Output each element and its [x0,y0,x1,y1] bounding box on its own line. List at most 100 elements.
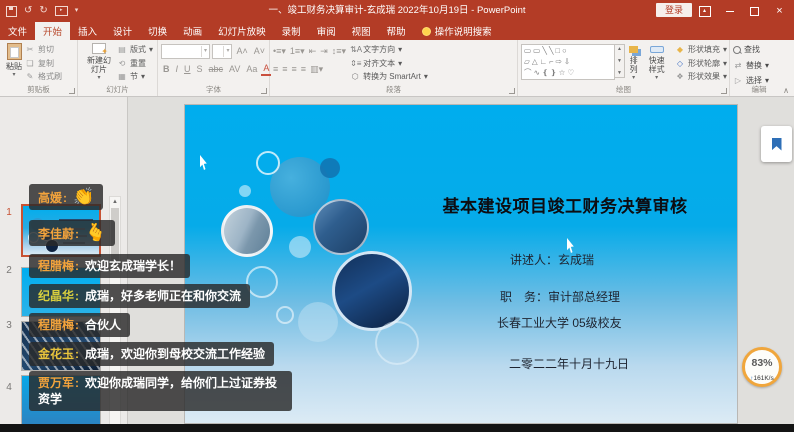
cut-button[interactable]: ✂剪切 [25,44,62,55]
tab-review[interactable]: 审阅 [309,22,344,40]
group-label-font: 字体 [158,84,269,95]
tab-insert[interactable]: 插入 [70,22,105,40]
ribbon-display-options-icon[interactable]: ▴ [692,0,717,22]
strikethrough-button[interactable]: abc [207,62,226,76]
font-size-combobox[interactable]: ▾ [212,44,232,59]
text-direction-button[interactable]: ⇅A文字方向▾ [350,44,428,55]
increase-font-icon[interactable]: A˄ [234,44,249,58]
decrease-indent-icon[interactable]: ⇤ [309,46,317,57]
new-slide-button[interactable]: 新建幻灯片 ▾ [81,42,117,84]
slide-date-line[interactable]: 二零二二年十月十九日 [509,355,629,372]
align-right-icon[interactable]: ≡ [292,64,297,74]
slide-number-1: 1 [3,207,15,218]
decrease-font-icon[interactable]: A˅ [252,44,267,58]
change-case-button[interactable]: Aa [244,62,259,76]
tab-slideshow[interactable]: 幻灯片放映 [210,22,274,40]
italic-button[interactable]: I [174,62,181,76]
layout-button[interactable]: ▤版式▾ [117,44,153,55]
chat-message: 贾万军欢迎你成瑞同学，给你们上过证券投资学 [29,371,292,411]
bottom-edge [0,424,794,432]
shape-fill-button[interactable]: ◆形状填充▾ [675,44,727,55]
scroll-up-icon[interactable]: ▲ [110,199,120,205]
dialog-launcher-icon[interactable] [261,88,267,94]
minimize-icon[interactable] [717,0,742,22]
login-button[interactable]: 登录 [656,3,692,17]
dialog-launcher-icon[interactable] [69,88,75,94]
chat-message: 李佳蔚🫰 [29,220,115,246]
text-direction-icon: ⇅A [350,44,360,55]
decorative-circle [256,151,280,175]
align-center-icon[interactable]: ≡ [282,64,287,74]
section-button[interactable]: ▦节▾ [117,71,153,82]
tab-file[interactable]: 文件 [0,22,35,40]
shape-outline-icon: ◇ [675,58,685,69]
ribbon-group-editing: 查找 ⇄替换▾ ▷选择▾ 编辑 [730,40,788,96]
restore-icon[interactable] [742,0,767,22]
clap-emoji: 👏 [73,187,94,206]
font-name-combobox[interactable]: ▾ [161,44,210,59]
arrange-button[interactable]: 排列▾ [625,42,642,84]
chat-message: 纪晶华成瑞，好多老师正在和你交流 [29,284,250,308]
shapes-gallery-scroll[interactable]: ▲▼▼ [615,44,625,78]
shapes-gallery[interactable]: ▭ ▭ ╲ ╲ □ ○▱ △ ∟ ⌐ ⇨ ⇩⌒ ∿ ❴ ❵ ☆ ♡ [521,44,615,80]
shape-fill-icon: ◆ [675,44,685,55]
tab-record[interactable]: 录制 [274,22,309,40]
tab-design[interactable]: 设计 [105,22,140,40]
quick-styles-button[interactable]: 快速样式▾ [642,42,671,84]
dialog-launcher-icon[interactable] [721,88,727,94]
dialog-launcher-icon[interactable] [509,88,515,94]
layout-icon: ▤ [117,44,127,55]
close-icon[interactable]: × [767,0,792,22]
shape-effects-icon: ❖ [675,71,685,82]
group-label-paragraph: 段落 [270,84,517,95]
section-icon: ▦ [117,71,127,82]
bold-button[interactable]: B [161,62,172,76]
shape-effects-button[interactable]: ❖形状效果▾ [675,71,727,82]
powerpoint-window: ↺ ↻ ▸ ▾ 一、竣工财务决算审计-玄成瑞 2022年10月19日 - Pow… [0,0,794,432]
tab-help[interactable]: 帮助 [379,22,414,40]
redo-icon[interactable]: ↻ [39,3,47,19]
paste-button[interactable]: 粘贴 ▾ [3,42,25,84]
tab-view[interactable]: 视图 [344,22,379,40]
chat-message: 金花玉成瑞，欢迎你到母校交流工作经验 [29,342,274,366]
slide-number-4: 4 [3,382,15,393]
justify-icon[interactable]: ≡ [301,64,306,74]
network-status-widget[interactable]: 83% ↑161K/s [742,347,782,387]
shape-outline-button[interactable]: ◇形状轮廓▾ [675,58,727,69]
slideshow-icon[interactable]: ▸ [55,6,68,16]
undo-icon[interactable]: ↺ [24,3,32,19]
tab-transitions[interactable]: 切换 [140,22,175,40]
align-text-button[interactable]: ⇕≡对齐文本▾ [350,58,428,69]
slide-alumni-line[interactable]: 长春工业大学 05级校友 [497,314,622,331]
align-left-icon[interactable]: ≡ [273,64,278,74]
chat-message: 程腊梅合伙人 [29,313,130,337]
save-icon[interactable] [6,6,17,17]
increase-indent-icon[interactable]: ⇥ [320,46,328,57]
smartart-button[interactable]: ⬡转换为 SmartArt▾ [350,71,428,82]
bullets-icon[interactable]: •≡▾ [273,46,286,57]
group-label-clipboard: 剪贴板 [0,84,77,95]
underline-button[interactable]: U [182,62,193,76]
copy-button[interactable]: ❏复制 [25,58,62,69]
collapse-ribbon-icon[interactable]: ∧ [783,86,789,95]
replace-button[interactable]: ⇄替换▾ [733,60,786,71]
group-label-slides: 幻灯片 [78,84,157,95]
tell-me-box[interactable]: 操作说明搜索 [414,22,500,40]
tab-home[interactable]: 开始 [35,22,70,40]
tab-animations[interactable]: 动画 [175,22,210,40]
char-spacing-button[interactable]: AV [227,62,242,76]
bookmark-widget[interactable] [761,126,792,162]
slide-position-line[interactable]: 职 务：审计部总经理 [500,288,620,305]
find-button[interactable]: 查找 [733,44,786,55]
slide-title[interactable]: 基本建设项目竣工财务决算审核 [400,192,730,217]
format-painter-button[interactable]: ✎格式刷 [25,71,62,82]
battery-percent: 83% [745,357,779,369]
line-spacing-icon[interactable]: ↕≡▾ [332,46,346,57]
text-shadow-button[interactable]: S [195,62,205,76]
columns-icon[interactable]: ▥▾ [310,64,323,75]
slide-presenter-line[interactable]: 讲述人：玄成瑞 [510,251,594,268]
numbering-icon[interactable]: 1≡▾ [290,46,305,57]
reset-button[interactable]: ⟲重置 [117,58,153,69]
align-text-icon: ⇕≡ [350,58,360,69]
qat-customize-icon[interactable]: ▾ [75,3,79,19]
